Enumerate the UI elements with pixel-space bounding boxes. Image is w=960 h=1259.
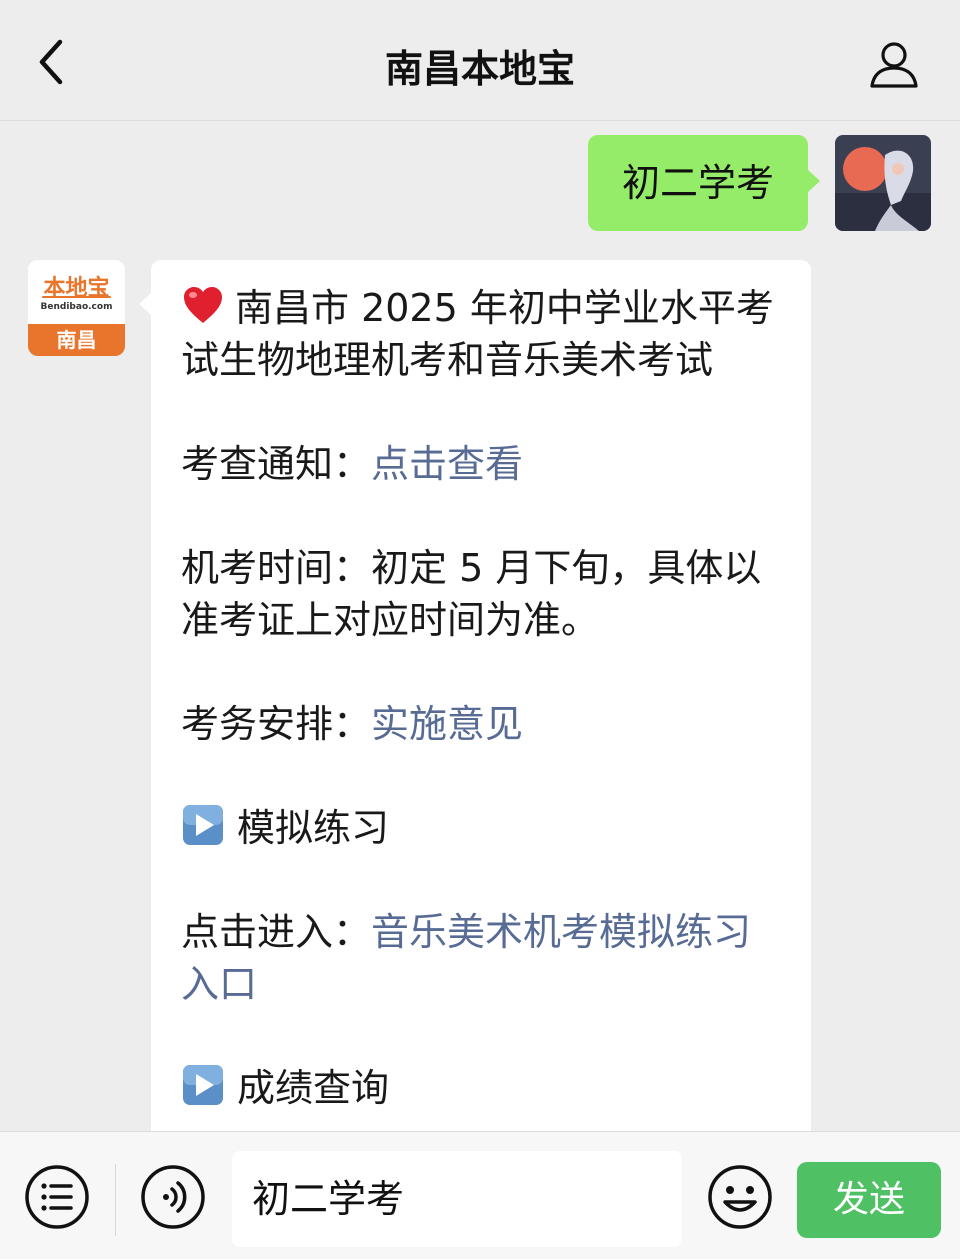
profile-button[interactable] xyxy=(868,38,920,90)
person-icon xyxy=(870,42,918,88)
practice-paragraph: 点击进入：音乐美术机考模拟练习入口 xyxy=(181,906,783,1010)
arrangement-link[interactable]: 实施意见 xyxy=(371,702,523,746)
notice-paragraph: 考查通知：点击查看 xyxy=(181,438,783,490)
voice-button[interactable] xyxy=(140,1164,206,1230)
score-heading: 成绩查询 xyxy=(181,1062,783,1114)
chat-area[interactable]: 初二学考 本地宝 Bendibao.com 南昌 南昌市 2025 年初中学业水… xyxy=(0,121,960,1131)
headline-paragraph: 南昌市 2025 年初中学业水平考试生物地理机考和音乐美术考试 xyxy=(181,282,783,386)
bot-avatar[interactable]: 本地宝 Bendibao.com 南昌 xyxy=(28,260,125,356)
bot-message-bubble[interactable]: 南昌市 2025 年初中学业水平考试生物地理机考和音乐美术考试 考查通知：点击查… xyxy=(139,260,811,1131)
user-message-text: 初二学考 xyxy=(621,161,774,205)
user-avatar[interactable] xyxy=(835,135,931,231)
exam-time-paragraph: 机考时间：初定 5 月下旬，具体以准考证上对应时间为准。 xyxy=(181,546,762,642)
notice-label: 考查通知： xyxy=(181,442,372,486)
bot-logo-city: 南昌 xyxy=(28,324,125,356)
play-button-icon xyxy=(183,1065,223,1105)
score-heading-text: 成绩查询 xyxy=(237,1066,390,1110)
arrangement-paragraph: 考务安排：实施意见 xyxy=(181,698,783,750)
practice-heading-text: 模拟练习 xyxy=(237,806,390,850)
headline-text: 南昌市 2025 年初中学业水平考试生物地理机考和音乐美术考试 xyxy=(181,286,774,382)
practice-label: 点击进入： xyxy=(181,910,372,954)
play-button-icon xyxy=(183,805,223,845)
page-title: 南昌本地宝 xyxy=(384,47,575,91)
user-message-bubble[interactable]: 初二学考 xyxy=(588,135,820,231)
header-bar: 南昌本地宝 xyxy=(0,0,960,121)
bot-logo-swoosh xyxy=(42,296,111,298)
send-button[interactable]: 发送 xyxy=(797,1162,941,1238)
list-menu-icon xyxy=(25,1165,89,1229)
input-bar: 初二学考 发送 xyxy=(0,1131,960,1259)
bot-logo-top: 本地宝 Bendibao.com xyxy=(28,260,125,324)
arrangement-label: 考务安排： xyxy=(181,702,372,746)
voice-icon xyxy=(141,1165,205,1229)
notice-link[interactable]: 点击查看 xyxy=(371,442,523,486)
practice-heading: 模拟练习 xyxy=(181,802,783,854)
message-input[interactable]: 初二学考 xyxy=(232,1151,682,1247)
bot-logo-site: Bendibao.com xyxy=(40,302,113,312)
menu-button[interactable] xyxy=(24,1164,90,1230)
smiley-icon xyxy=(708,1165,772,1229)
user-avatar-image xyxy=(835,135,931,231)
emoji-button[interactable] xyxy=(707,1164,773,1230)
bar-divider xyxy=(115,1164,116,1236)
heart-icon xyxy=(184,287,222,323)
